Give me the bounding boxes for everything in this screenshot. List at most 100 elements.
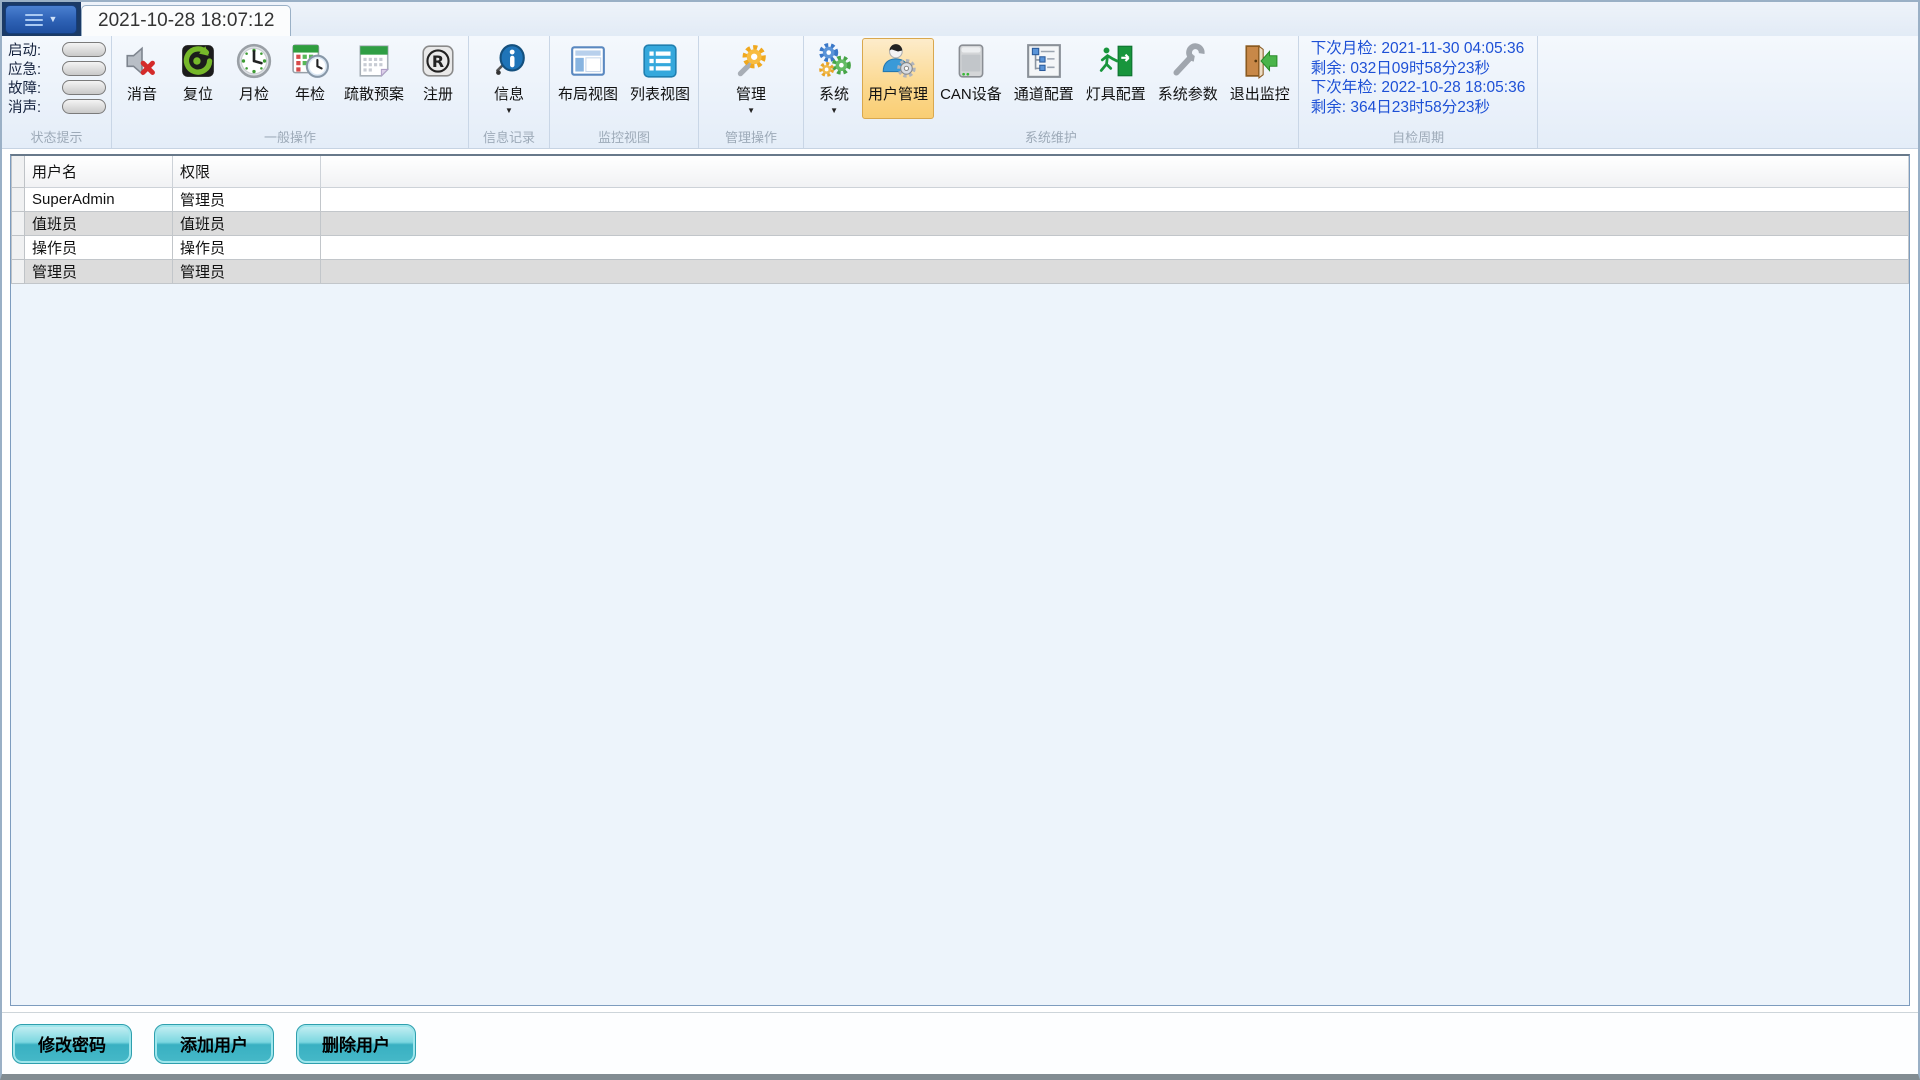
add-user-button[interactable]: 添加用户 <box>154 1024 274 1064</box>
toolbar-item-label: 系统 <box>819 83 849 104</box>
status-indicator-emergency <box>62 61 106 76</box>
row-selector[interactable] <box>12 260 25 284</box>
table-row[interactable]: SuperAdmin 管理员 <box>12 188 1909 212</box>
row-selector[interactable] <box>12 212 25 236</box>
app-window: ▼ 2021-10-28 18:07:12 启动: 应急: 故障: 消声: <box>0 0 1920 1080</box>
toolbar-item-can-device[interactable]: CAN设备 <box>934 38 1008 118</box>
svg-text:R: R <box>432 52 444 71</box>
cell-username[interactable]: SuperAdmin <box>25 188 173 212</box>
system-icon <box>815 42 853 80</box>
group-info-records: 信息 ▼ 信息记录 <box>469 36 550 148</box>
group-monitor-views: 布局视图 列表视图 监控视图 <box>550 36 699 148</box>
delete-user-button[interactable]: 删除用户 <box>296 1024 416 1064</box>
status-indicator-start <box>62 42 106 57</box>
toolbar-item-exit-monitor[interactable]: 退出监控 <box>1224 38 1296 118</box>
status-indicator-fault <box>62 80 106 95</box>
chevron-down-icon: ▼ <box>505 107 513 115</box>
status-indicator-silenced <box>62 99 106 114</box>
toolbar-item-system-params[interactable]: 系统参数 <box>1152 38 1224 118</box>
toolbar-item-monthly-check[interactable]: 月检 <box>226 38 282 118</box>
layout-view-icon <box>569 42 607 80</box>
row-selector-header[interactable] <box>12 156 25 188</box>
footer-bar: 修改密码 添加用户 删除用户 <box>2 1012 1918 1074</box>
exit-monitor-icon <box>1241 42 1279 80</box>
cell-blank <box>321 236 1909 260</box>
toolbar-item-manage[interactable]: 管理 ▼ <box>723 38 779 118</box>
toolbar-item-label: 通道配置 <box>1014 83 1074 104</box>
app-menu-button[interactable]: ▼ <box>5 5 77 34</box>
table-row[interactable]: 值班员 值班员 <box>12 212 1909 236</box>
register-icon: R <box>419 42 457 80</box>
can-device-icon <box>952 42 990 80</box>
annual-check-icon <box>291 42 329 80</box>
list-view-icon <box>641 42 679 80</box>
table-header-row: 用户名 权限 <box>12 156 1909 188</box>
toolbar-item-label: 信息 <box>494 83 524 104</box>
table-row[interactable]: 操作员 操作员 <box>12 236 1909 260</box>
toolbar-item-list-view[interactable]: 列表视图 <box>624 38 696 118</box>
group-label: 监控视图 <box>550 127 698 146</box>
column-header-username[interactable]: 用户名 <box>25 156 173 188</box>
toolbar-item-evacuation-plan[interactable]: 疏散预案 <box>338 38 410 118</box>
toolbar-item-user-management[interactable]: 用户管理 <box>862 38 934 119</box>
status-label: 启动: <box>8 39 41 60</box>
toolbar-item-label: 注册 <box>423 83 453 104</box>
toolbar-item-layout-view[interactable]: 布局视图 <box>552 38 624 118</box>
cell-username[interactable]: 操作员 <box>25 236 173 260</box>
row-selector[interactable] <box>12 236 25 260</box>
group-label: 管理操作 <box>699 127 803 146</box>
group-management-operations: 管理 ▼ 管理操作 <box>699 36 804 148</box>
user-table: 用户名 权限 SuperAdmin 管理员 值班员 值班员 <box>11 156 1909 284</box>
clock-tab[interactable]: 2021-10-28 18:07:12 <box>81 5 291 36</box>
group-label: 一般操作 <box>112 127 468 146</box>
cell-role[interactable]: 管理员 <box>173 260 321 284</box>
toolbar-item-annual-check[interactable]: 年检 <box>282 38 338 118</box>
status-label: 应急: <box>8 58 41 79</box>
monthly-remaining: 剩余: 032日09时58分23秒 <box>1311 59 1526 79</box>
cell-blank <box>321 212 1909 236</box>
cell-role[interactable]: 管理员 <box>173 188 321 212</box>
chevron-down-icon: ▼ <box>49 15 58 24</box>
chevron-down-icon: ▼ <box>830 107 838 115</box>
group-system-maintenance: 系统 ▼ 用户管理 CAN设备 <box>804 36 1299 148</box>
cell-role[interactable]: 值班员 <box>173 212 321 236</box>
user-management-icon <box>879 42 917 80</box>
toolbar-item-info[interactable]: 信息 ▼ <box>481 38 537 118</box>
toolbar-item-reset[interactable]: 复位 <box>170 38 226 118</box>
toolbar-item-label: 退出监控 <box>1230 83 1290 104</box>
toolbar-item-label: 疏散预案 <box>344 83 404 104</box>
group-label: 自检周期 <box>1299 127 1538 146</box>
toolbar-item-register[interactable]: R 注册 <box>410 38 466 118</box>
group-general-operations: 消音 复位 月检 年检 <box>112 36 469 148</box>
evacuation-plan-icon <box>355 42 393 80</box>
toolbar-item-label: 布局视图 <box>558 83 618 104</box>
monthly-check-icon <box>235 42 273 80</box>
change-password-button[interactable]: 修改密码 <box>12 1024 132 1064</box>
cell-role[interactable]: 操作员 <box>173 236 321 260</box>
row-selector[interactable] <box>12 188 25 212</box>
info-icon <box>490 42 528 80</box>
toolbar-item-mute[interactable]: 消音 <box>114 38 170 118</box>
content-panel: 用户名 权限 SuperAdmin 管理员 值班员 值班员 <box>10 154 1910 1006</box>
toolbar-item-label: 列表视图 <box>630 83 690 104</box>
table-row[interactable]: 管理员 管理员 <box>12 260 1909 284</box>
toolbar-item-channel-config[interactable]: 通道配置 <box>1008 38 1080 118</box>
group-label: 信息记录 <box>469 127 549 146</box>
toolbar-item-label: 消音 <box>127 83 157 104</box>
column-header-role[interactable]: 权限 <box>173 156 321 188</box>
status-row-fault: 故障: <box>8 78 106 97</box>
menu-corner: ▼ <box>2 2 81 36</box>
toolbar-item-label: 用户管理 <box>868 83 928 104</box>
toolbar-item-system[interactable]: 系统 ▼ <box>806 38 862 118</box>
title-bar: ▼ 2021-10-28 18:07:12 <box>2 2 1918 36</box>
cell-username[interactable]: 管理员 <box>25 260 173 284</box>
toolbar-item-lamp-config[interactable]: 灯具配置 <box>1080 38 1152 118</box>
group-label: 系统维护 <box>804 127 1298 146</box>
column-header-blank <box>321 156 1909 188</box>
cell-blank <box>321 188 1909 212</box>
next-annual-check: 下次年检: 2022-10-28 18:05:36 <box>1311 78 1526 98</box>
cell-username[interactable]: 值班员 <box>25 212 173 236</box>
annual-remaining: 剩余: 364日23时58分23秒 <box>1311 98 1526 118</box>
reset-icon <box>179 42 217 80</box>
channel-config-icon <box>1025 42 1063 80</box>
